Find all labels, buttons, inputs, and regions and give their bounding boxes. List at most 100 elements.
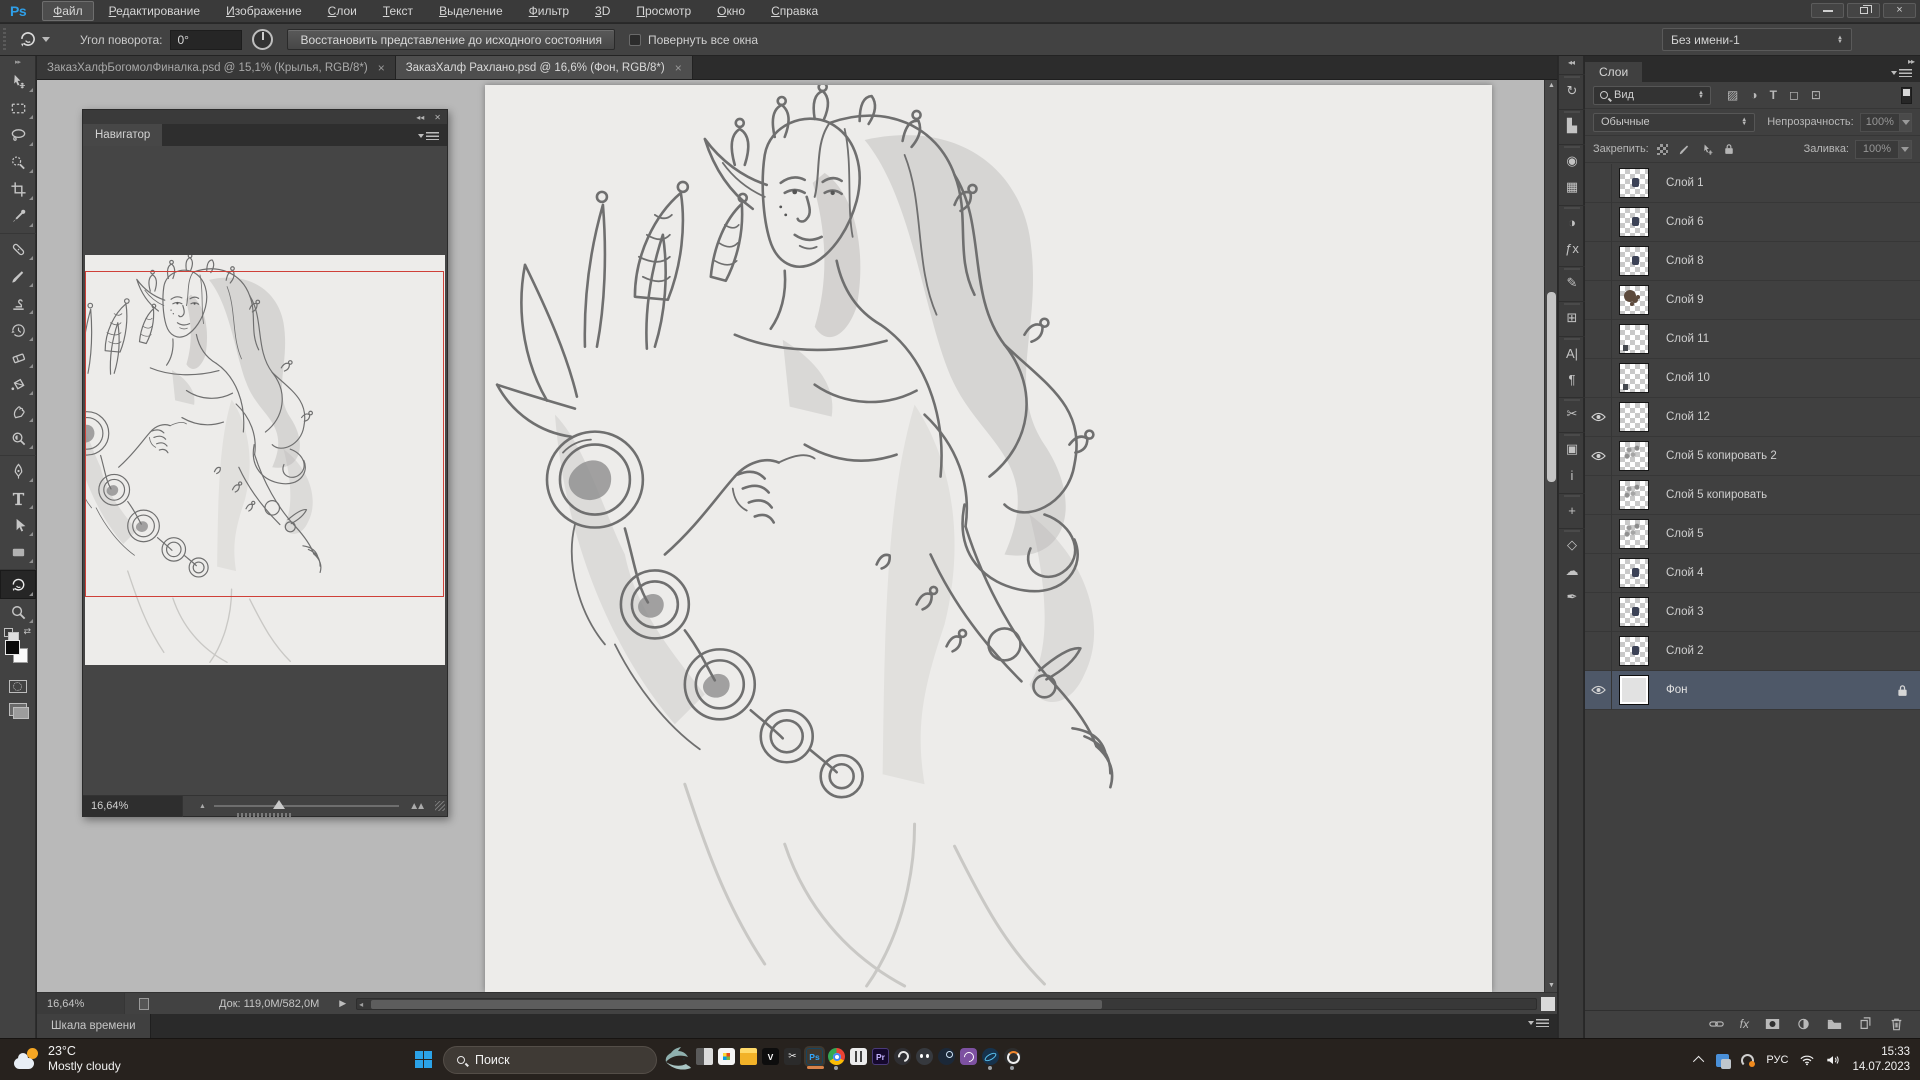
status-zoom-input[interactable]: 16,64% — [37, 993, 125, 1015]
eyedropper-tool[interactable] — [0, 203, 36, 230]
canvas-artwork[interactable] — [485, 85, 1492, 992]
foreground-color-swatch[interactable] — [5, 640, 20, 655]
panel-resize-grip[interactable] — [435, 801, 445, 811]
premiere-pro[interactable]: Pr — [872, 1048, 889, 1065]
hidden-icons-chevron[interactable] — [1693, 1056, 1704, 1067]
info-panel-icon[interactable]: i — [1559, 462, 1585, 488]
paths-panel-icon[interactable]: ✒ — [1559, 584, 1585, 610]
menu-item[interactable]: Фильтр — [518, 1, 580, 21]
microsoft-store[interactable] — [718, 1048, 735, 1065]
layer-thumbnail[interactable] — [1619, 480, 1649, 510]
layer-thumbnail[interactable] — [1619, 207, 1649, 237]
layer-row[interactable]: Слой 2 — [1585, 632, 1920, 671]
quick-mask-button[interactable] — [9, 680, 27, 693]
clone-stamp-tool[interactable] — [0, 290, 36, 317]
adjustment-layer-icon[interactable] — [1796, 1017, 1811, 1031]
visibility-toggle[interactable] — [1585, 593, 1612, 632]
type-tool[interactable] — [0, 485, 36, 512]
vertical-scroll-thumb[interactable] — [1547, 292, 1556, 482]
layer-row[interactable]: Фон — [1585, 671, 1920, 710]
menu-item[interactable]: Слои — [317, 1, 368, 21]
scroll-up-icon[interactable]: ▲ — [1545, 80, 1557, 92]
lock-paint-icon[interactable] — [1678, 143, 1691, 156]
visibility-toggle[interactable] — [1585, 554, 1612, 593]
layer-row[interactable]: Слой 10 — [1585, 359, 1920, 398]
layer-thumbnail[interactable] — [1619, 324, 1649, 354]
volume-icon[interactable] — [1826, 1054, 1840, 1066]
new-group-icon[interactable] — [1827, 1017, 1842, 1031]
navigator-view-rectangle[interactable] — [85, 271, 444, 597]
opacity-value[interactable]: 100% — [1860, 113, 1900, 132]
restore-button[interactable] — [1847, 3, 1880, 18]
viber[interactable] — [960, 1048, 977, 1065]
swap-colors-icon[interactable]: ⇄ — [23, 626, 31, 637]
visibility-toggle[interactable] — [1585, 359, 1612, 398]
layer-name[interactable]: Слой 5 — [1666, 528, 1704, 540]
materials-panel-icon[interactable]: ▣ — [1559, 432, 1585, 462]
horizontal-scroll-thumb[interactable] — [371, 1000, 1102, 1009]
history-brush-tool[interactable] — [0, 317, 36, 344]
app-deck[interactable] — [850, 1048, 867, 1065]
paragraph-panel-icon[interactable]: ¶ — [1559, 366, 1585, 392]
zoom-tool[interactable] — [0, 599, 36, 626]
menu-item[interactable]: Окно — [706, 1, 756, 21]
weather-widget[interactable]: 23°C Mostly cloudy — [14, 1044, 121, 1074]
visibility-toggle[interactable] — [1585, 164, 1612, 203]
app-frames[interactable] — [696, 1048, 713, 1065]
search-highlight-shark-icon[interactable] — [662, 1046, 692, 1074]
document-tab[interactable]: ЗаказХалф Рахлано.psd @ 16,6% (Фон, RGB/… — [396, 56, 693, 79]
vertical-scrollbar[interactable]: ▲ ▼ — [1544, 80, 1557, 992]
swatches-panel-icon[interactable]: ▦ — [1559, 174, 1585, 200]
filter-adjustment-icon[interactable]: ◑ — [1750, 88, 1757, 102]
toolbar-collapse-icon[interactable]: ▸▸ — [0, 56, 35, 68]
app-nine[interactable] — [894, 1048, 911, 1065]
menu-item[interactable]: Текст — [372, 1, 424, 21]
clock[interactable]: 15:33 14.07.2023 — [1852, 1045, 1910, 1075]
menu-item[interactable]: Справка — [760, 1, 829, 21]
tab-close-icon[interactable]: × — [675, 61, 682, 75]
layer-name[interactable]: Слой 9 — [1666, 294, 1704, 306]
filter-kind-select[interactable]: Вид ▲▼ — [1593, 86, 1711, 105]
pen-tool[interactable] — [0, 455, 36, 485]
steam[interactable] — [938, 1048, 955, 1065]
layer-name[interactable]: Слой 8 — [1666, 255, 1704, 267]
layer-comps-panel-icon[interactable]: ☁ — [1559, 558, 1585, 584]
filter-shape-icon[interactable]: ◻ — [1789, 88, 1799, 102]
rotation-angle-input[interactable]: 0° — [170, 30, 242, 50]
layer-thumbnail[interactable] — [1619, 246, 1649, 276]
collapse-panel-icon[interactable]: ◂◂ — [416, 113, 424, 122]
layer-row[interactable]: Слой 11 — [1585, 320, 1920, 359]
layers-tab[interactable]: Слои — [1585, 62, 1642, 82]
navigator-tab[interactable]: Навигатор — [83, 124, 162, 146]
zoom-in-icon[interactable]: ▲▲ — [409, 801, 423, 812]
filter-toggle-switch[interactable] — [1901, 87, 1912, 104]
layer-row[interactable]: Слой 8 — [1585, 242, 1920, 281]
histogram-panel-icon[interactable]: ▙ — [1559, 109, 1585, 139]
lock-all-icon[interactable] — [1724, 143, 1734, 155]
rotate-all-windows-checkbox[interactable] — [629, 34, 641, 46]
tab-close-icon[interactable]: × — [378, 61, 385, 75]
menu-item[interactable]: Выделение — [428, 1, 514, 21]
layer-row[interactable]: Слой 9 — [1585, 281, 1920, 320]
canvas-area[interactable]: ◂◂ ✕ Навигатор 16,64% ▲ ▲▲ — [37, 80, 1557, 992]
layer-style-icon[interactable]: fx — [1740, 1017, 1749, 1031]
filter-smart-object-icon[interactable]: ⊡ — [1811, 88, 1821, 102]
layer-thumbnail[interactable] — [1619, 636, 1649, 666]
wifi-icon[interactable] — [1800, 1054, 1814, 1066]
opacity-caret-icon[interactable] — [1900, 113, 1912, 132]
visibility-toggle[interactable] — [1585, 632, 1612, 671]
default-colors-icon[interactable] — [4, 628, 13, 637]
scroll-left-icon[interactable]: ◂ — [359, 999, 363, 1010]
brush-tool[interactable] — [0, 263, 36, 290]
visibility-toggle[interactable] — [1585, 320, 1612, 359]
visibility-toggle[interactable] — [1585, 437, 1612, 476]
menu-item[interactable]: Просмотр — [625, 1, 702, 21]
menu-item[interactable]: Файл — [42, 1, 94, 21]
layer-thumbnail[interactable] — [1619, 285, 1649, 315]
crop-tool[interactable] — [0, 176, 36, 203]
fill-caret-icon[interactable] — [1899, 140, 1912, 159]
rotate-view-tool[interactable] — [0, 569, 36, 599]
document-tab[interactable]: ЗаказХалфБогомолФиналка.psd @ 15,1% (Кры… — [37, 56, 396, 79]
minimize-button[interactable] — [1811, 3, 1844, 18]
tool-presets-panel-icon[interactable]: ✂ — [1559, 397, 1585, 427]
